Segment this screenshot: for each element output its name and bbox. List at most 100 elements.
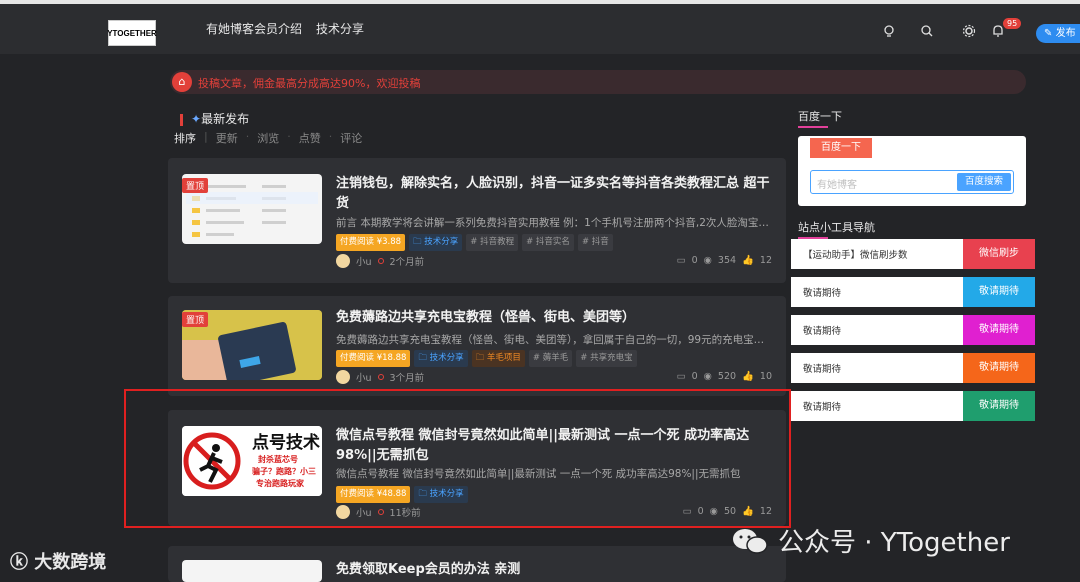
post-title[interactable]: 免费领取Keep会员的办法 亲测 [336,560,770,580]
tool-nav-item[interactable]: 敬请期待 敬请期待 [791,315,1035,345]
paid-tag[interactable]: 付费阅读 ¥3.88 [336,234,406,251]
avatar[interactable] [336,370,350,384]
folder-icon: 🗀 [418,353,427,363]
tool-action-button[interactable]: 敬请期待 [963,277,1035,307]
dashu-logo-icon: ⓚ [10,552,28,573]
pencil-icon: ✎ [1044,28,1053,39]
search-input[interactable]: 有她博客 百度搜索 [810,170,1014,194]
post-stats: ▭ 0 ◉ 354 👍 12 [677,255,772,266]
gear-icon[interactable] [962,24,976,38]
watermark-left-text: 大数跨境 [34,552,107,573]
tool-label: 【运动助手】微信刷步数 [803,250,908,261]
comment-count: 0 [691,255,698,266]
folder-icon: 🗀 [475,353,485,363]
category-tag-label: 技术分享 [429,353,464,363]
tool-nav-item[interactable]: 敬请期待 敬请期待 [791,277,1035,307]
post-excerpt: 免费薅路边共享充电宝教程（怪兽、街电、美团等），拿回属于自己的一切，99元的充电… [336,334,770,346]
tool-action-button[interactable]: 敬请期待 [963,353,1035,383]
post-card[interactable]: 置顶 注销钱包，解除实名，人脸识别，抖音一证多实名等抖音各类教程汇总 超干货 前… [168,158,786,283]
avatar[interactable] [336,254,350,268]
post-button[interactable]: ✎ 发布 [1036,24,1080,43]
post-card[interactable]: 置顶 免费薅路边共享充电宝教程（怪兽、街电、美团等） 免费薅路边共享充电宝教程（… [168,296,786,396]
tool-label: 敬请期待 [803,326,842,337]
clock-icon [377,374,384,380]
search-icon[interactable] [920,24,934,38]
view-count: 520 [717,371,737,382]
tab-views[interactable]: 浏览 [257,130,279,146]
tab-updated[interactable]: 更新 [216,130,238,146]
post-tags: 付费阅读 ¥3.88 🗀 技术分享 # 抖音教程 # 抖音实名 # 抖音 [336,234,613,251]
home-icon: ⌂ [172,72,192,92]
pinned-badge: 置顶 [182,178,209,193]
post-stats: ▭ 0 ◉ 520 👍 10 [677,371,772,382]
post-time: 3个月前 [389,373,425,384]
category-tag[interactable]: 🗀 技术分享 [409,234,463,251]
comment-icon: ▭ [676,371,686,382]
post-thumbnail[interactable] [182,560,322,582]
notice-bar[interactable]: ⌂ 投稿文章，佣金最高分成高达90%，欢迎投稿 [170,70,1026,94]
paid-tag[interactable]: 付费阅读 ¥18.88 [336,350,411,367]
baidu-search-widget: 百度一下 有她博客 百度搜索 [798,136,1026,206]
section-title: ✦最新发布 [180,110,249,127]
tool-nav-item[interactable]: 敬请期待 敬请期待 [791,353,1035,383]
category-tag-label: 羊毛项目 [486,353,521,363]
tool-action-button[interactable]: 敬请期待 [963,391,1035,421]
watermark-left: ⓚ 大数跨境 [10,548,106,574]
nav-item-membership[interactable]: 有她博客会员介绍 [206,20,302,37]
tab-sort[interactable]: 排序 [174,130,196,146]
title-accent-bar [180,113,183,126]
category-tag[interactable]: 🗀 技术分享 [414,350,468,367]
watermark-right: 公众号 · YTogether [730,522,1010,559]
thumb-up-icon[interactable]: 👍 [742,255,754,266]
category-tag-label: 技术分享 [424,237,459,247]
sort-tabs: 排序 | 更新 · 浏览 · 点赞 · 评论 [174,130,363,146]
thumb-up-icon[interactable]: 👍 [742,371,754,382]
author-name[interactable]: 小u [356,254,372,268]
lightbulb-icon[interactable] [882,24,896,38]
baidu-widget-title: 百度一下 [798,110,842,128]
comment-count: 0 [691,371,698,382]
post-excerpt: 前言 本期教学将会讲解一系列免费抖音实用教程 例：1个手机号注册两个抖音,2次人… [336,217,770,229]
topic-tag[interactable]: # 共享充电宝 [576,350,637,367]
notification-badge: 95 [1003,18,1022,29]
baidu-search-button[interactable]: 百度搜索 [957,173,1011,191]
tools-widget-title: 站点小工具导航 [798,221,875,239]
sparkle-icon: ✦ [191,112,202,126]
post-meta: 小u 2个月前 [336,254,424,268]
site-logo[interactable]: YTOGETHER [107,20,157,46]
post-button-label: 发布 [1055,28,1076,39]
tool-nav-item[interactable]: 【运动助手】微信刷步数 微信刷步 [791,239,1035,269]
tool-action-button[interactable]: 敬请期待 [963,315,1035,345]
nav-item-tech-share[interactable]: 技术分享 [316,20,364,37]
author-name[interactable]: 小u [356,370,372,384]
post-title[interactable]: 免费薅路边共享充电宝教程（怪兽、街电、美团等） [336,308,770,328]
eye-icon: ◉ [703,255,712,266]
post-meta: 小u 3个月前 [336,370,424,384]
topic-tag[interactable]: # 抖音 [577,234,613,251]
top-header: YTOGETHER 有她博客会员介绍 技术分享 95 ✎ 发布 [0,0,1080,54]
post-tags: 付费阅读 ¥18.88 🗀 技术分享 🗀 羊毛项目 # 薅羊毛 # 共享充电宝 [336,350,637,367]
topic-tag[interactable]: # 抖音教程 [466,234,519,251]
main-nav: 有她博客会员介绍 技术分享 [206,20,364,37]
tool-nav-item[interactable]: 敬请期待 敬请期待 [791,391,1035,421]
notice-text: 投稿文章，佣金最高分成高达90%，欢迎投稿 [198,77,421,90]
like-count: 12 [759,255,772,266]
tool-label: 敬请期待 [803,402,842,413]
baidu-tab[interactable]: 百度一下 [810,138,872,158]
topic-tag[interactable]: # 抖音实名 [522,234,574,251]
tab-comments[interactable]: 评论 [340,130,362,146]
post-title[interactable]: 注销钱包，解除实名，人脸识别，抖音一证多实名等抖音各类教程汇总 超干货 [336,174,770,214]
eye-icon: ◉ [703,371,712,382]
post-card[interactable]: 免费领取Keep会员的办法 亲测 [168,546,786,582]
watermark-right-text: 公众号 · YTogether [778,528,1010,558]
folder-icon: 🗀 [413,237,422,247]
tab-likes[interactable]: 点赞 [299,130,321,146]
tool-label: 敬请期待 [803,288,842,299]
topic-tag[interactable]: # 薅羊毛 [528,350,573,367]
comment-icon: ▭ [676,255,686,266]
category-tag[interactable]: 🗀 羊毛项目 [471,350,525,367]
tool-label: 敬请期待 [803,364,842,375]
tool-action-button[interactable]: 微信刷步 [963,239,1035,269]
section-title-text: 最新发布 [201,112,250,126]
pinned-badge: 置顶 [182,312,209,327]
